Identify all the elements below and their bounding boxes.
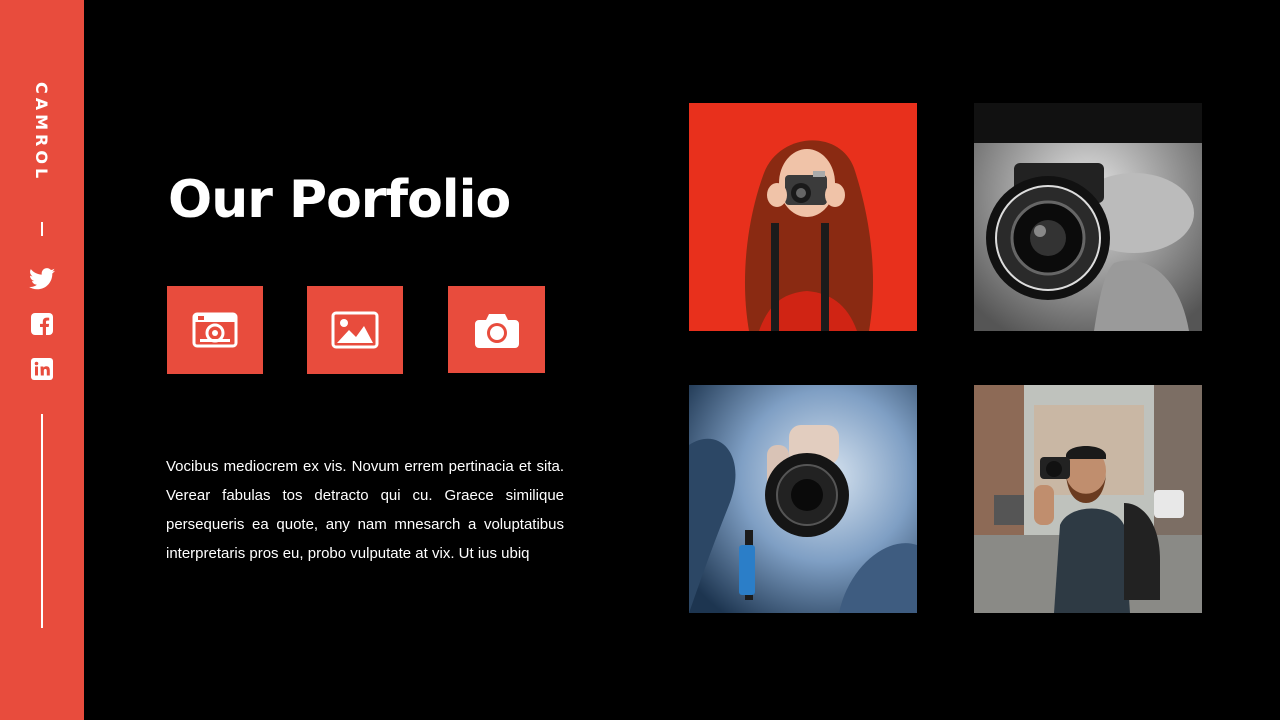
image-icon [331,311,379,349]
portfolio-photo-2 [974,103,1202,331]
page-title: Our Porfolio [168,170,511,230]
photo-frame-icon [192,312,238,348]
camera-icon [474,313,519,348]
twitter-icon[interactable] [29,266,55,292]
brand-name: CAMROL [32,82,51,183]
linkedin-icon[interactable] [29,356,55,382]
brand-divider [41,222,43,236]
body-text: Vocibus mediocrem ex vis. Novum errem pe… [166,458,564,562]
sidebar-line [41,414,43,628]
feature-tile-photo-frame [167,286,263,374]
portfolio-photo-3 [689,385,917,613]
feature-tile-image [307,286,403,374]
feature-tile-camera [448,286,545,373]
brand-wrap: CAMROL [32,82,52,202]
portfolio-photo-4 [974,385,1202,613]
portfolio-photo-1 [689,103,917,331]
facebook-icon[interactable] [29,311,55,337]
sidebar: CAMROL [0,0,84,720]
